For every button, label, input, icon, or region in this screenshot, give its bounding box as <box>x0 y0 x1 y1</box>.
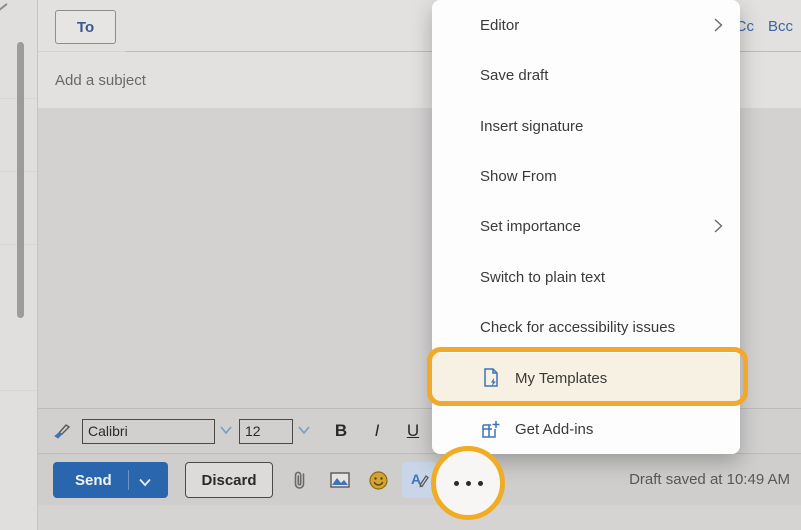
menu-item-check-accessibility[interactable]: Check for accessibility issues <box>432 302 740 352</box>
menu-item-label: Get Add-ins <box>515 421 593 438</box>
insert-picture-icon[interactable] <box>323 462 357 498</box>
ellipsis-dot <box>478 481 483 486</box>
more-options-menu: Editor Save draft Insert signature Show … <box>432 0 740 454</box>
menu-item-label: Set importance <box>480 218 581 235</box>
ellipsis-dot <box>466 481 471 486</box>
message-list-edge <box>0 0 38 530</box>
menu-item-label: Show From <box>480 168 557 185</box>
menu-item-insert-signature[interactable]: Insert signature <box>432 101 740 151</box>
to-button[interactable]: To <box>55 10 116 44</box>
menu-item-show-from[interactable]: Show From <box>432 151 740 201</box>
addins-grid-icon <box>480 419 501 440</box>
font-name-select[interactable]: Calibri <box>82 419 215 444</box>
sidebar-scrollbar[interactable] <box>17 42 24 318</box>
font-size-select[interactable]: 12 <box>239 419 293 444</box>
submenu-chevron-icon <box>712 17 724 37</box>
font-size-chevron-icon[interactable] <box>297 422 311 440</box>
draft-saved-status: Draft saved at 10:49 AM <box>629 471 790 488</box>
pane-footer-background <box>38 505 801 530</box>
menu-item-label: Insert signature <box>480 118 583 135</box>
collapse-chevron-icon <box>0 3 8 11</box>
format-painter-icon[interactable] <box>50 419 74 443</box>
menu-item-label: Editor <box>480 17 519 34</box>
menu-item-my-templates[interactable]: My Templates <box>432 353 740 403</box>
send-label: Send <box>53 472 112 489</box>
bold-button[interactable]: B <box>323 421 359 441</box>
attach-file-icon[interactable] <box>283 462 317 498</box>
outlook-compose-screen: To Cc Bcc Calibri 12 <box>0 0 801 530</box>
menu-item-label: Save draft <box>480 67 548 84</box>
discard-button[interactable]: Discard <box>185 462 273 498</box>
menu-item-label: Check for accessibility issues <box>480 319 675 336</box>
menu-item-label: Switch to plain text <box>480 269 605 286</box>
emoji-icon[interactable] <box>361 462 395 498</box>
action-bar: Send Discard <box>38 454 801 505</box>
menu-item-editor[interactable]: Editor <box>432 0 740 50</box>
send-split-divider <box>128 470 129 490</box>
menu-item-switch-plain-text[interactable]: Switch to plain text <box>432 252 740 302</box>
italic-button[interactable]: I <box>359 421 395 441</box>
menu-item-label: My Templates <box>515 370 607 387</box>
send-options-chevron-icon[interactable] <box>137 475 153 492</box>
menu-item-save-draft[interactable]: Save draft <box>432 50 740 100</box>
menu-item-set-importance[interactable]: Set importance <box>432 201 740 251</box>
ellipsis-dot <box>454 481 459 486</box>
document-flash-icon <box>480 368 501 389</box>
font-name-chevron-icon[interactable] <box>219 422 233 440</box>
underline-button[interactable]: U <box>395 421 431 441</box>
list-row-divider <box>0 390 37 391</box>
send-button[interactable]: Send <box>53 462 168 498</box>
bcc-link[interactable]: Bcc <box>768 18 793 35</box>
more-options-ellipsis-button[interactable] <box>431 446 505 520</box>
submenu-chevron-icon <box>712 218 724 238</box>
